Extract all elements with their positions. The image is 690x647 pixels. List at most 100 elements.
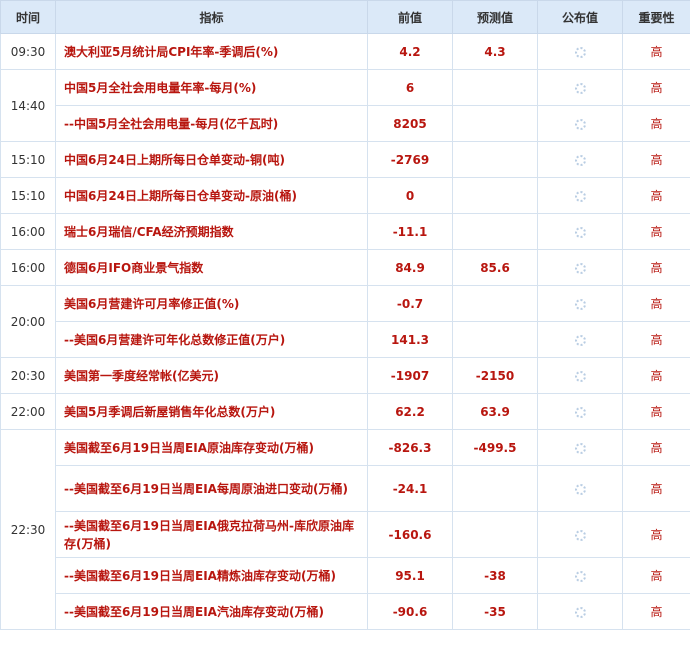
indicator-cell[interactable]: 美国第一季度经常帐(亿美元) (55, 357, 368, 394)
header-importance[interactable]: 重要性 (622, 0, 690, 34)
indicator-cell[interactable]: 瑞士6月瑞信/CFA经济预期指数 (55, 213, 368, 250)
time-cell: 15:10 (0, 177, 56, 214)
indicator-cell[interactable]: 德国6月IFO商业景气指数 (55, 249, 368, 286)
indicator-cell[interactable]: --美国6月营建许可年化总数修正值(万户) (55, 321, 368, 358)
importance-cell: 高 (622, 511, 690, 558)
forecast-cell (452, 177, 538, 214)
time-cell: 20:30 (0, 357, 56, 394)
table-row: 20:00 美国6月营建许可月率修正值(%) -0.7 高 (0, 285, 690, 358)
time-cell: 16:00 (0, 213, 56, 250)
importance-cell: 高 (622, 321, 690, 358)
importance-cell: 高 (622, 557, 690, 594)
loading-spinner-icon (574, 190, 586, 202)
table-row: --美国截至6月19日当周EIA每周原油进口变动(万桶) -24.1 高 (1, 465, 690, 512)
loading-spinner-icon (574, 46, 586, 58)
indicator-cell[interactable]: 澳大利亚5月统计局CPI年率-季调后(%) (55, 33, 368, 70)
loading-spinner-icon (574, 370, 586, 382)
indicator-cell[interactable]: 美国6月营建许可月率修正值(%) (55, 285, 368, 322)
published-cell (537, 285, 623, 322)
published-cell (537, 105, 623, 142)
loading-spinner-icon (574, 118, 586, 130)
table-row: 22:30 美国截至6月19日当周EIA原油库存变动(万桶) -826.3 -4… (0, 429, 690, 630)
indicator-cell[interactable]: 中国5月全社会用电量年率-每月(%) (55, 69, 368, 106)
importance-cell: 高 (622, 393, 690, 430)
importance-cell: 高 (622, 177, 690, 214)
header-forecast[interactable]: 预测值 (452, 0, 538, 34)
previous-cell: -24.1 (367, 465, 453, 512)
previous-cell: -11.1 (367, 213, 453, 250)
table-row: 20:30 美国第一季度经常帐(亿美元) -1907 -2150 高 (0, 357, 690, 394)
indicator-cell[interactable]: 美国截至6月19日当周EIA原油库存变动(万桶) (55, 429, 368, 466)
loading-spinner-icon (574, 406, 586, 418)
previous-cell: -2769 (367, 141, 453, 178)
forecast-cell (452, 141, 538, 178)
loading-spinner-icon (574, 570, 586, 582)
previous-cell: -1907 (367, 357, 453, 394)
published-cell (537, 393, 623, 430)
header-previous[interactable]: 前值 (367, 0, 453, 34)
time-cell: 15:10 (0, 141, 56, 178)
table-row: 16:00 瑞士6月瑞信/CFA经济预期指数 -11.1 高 (0, 213, 690, 250)
table-row: --美国截至6月19日当周EIA精炼油库存变动(万桶) 95.1 -38 高 (1, 557, 690, 594)
table-row: 15:10 中国6月24日上期所每日仓单变动-原油(桶) 0 高 (0, 177, 690, 214)
forecast-cell (452, 321, 538, 358)
previous-cell: 6 (367, 69, 453, 106)
published-cell (537, 511, 623, 558)
forecast-cell (452, 105, 538, 142)
previous-cell: -90.6 (367, 593, 453, 630)
loading-spinner-icon (574, 298, 586, 310)
published-cell (537, 141, 623, 178)
importance-cell: 高 (622, 429, 690, 466)
loading-spinner-icon (574, 262, 586, 274)
forecast-cell: -2150 (452, 357, 538, 394)
table-row: --美国6月营建许可年化总数修正值(万户) 141.3 高 (1, 321, 690, 358)
loading-spinner-icon (574, 606, 586, 618)
time-cell: 22:00 (0, 393, 56, 430)
indicator-cell[interactable]: --美国截至6月19日当周EIA汽油库存变动(万桶) (55, 593, 368, 630)
indicator-cell[interactable]: --美国截至6月19日当周EIA精炼油库存变动(万桶) (55, 557, 368, 594)
forecast-cell (452, 285, 538, 322)
table-row: 09:30 澳大利亚5月统计局CPI年率-季调后(%) 4.2 4.3 高 (0, 33, 690, 70)
published-cell (537, 557, 623, 594)
published-cell (537, 33, 623, 70)
forecast-cell: 63.9 (452, 393, 538, 430)
previous-cell: -826.3 (367, 429, 453, 466)
previous-cell: 62.2 (367, 393, 453, 430)
importance-cell: 高 (622, 213, 690, 250)
importance-cell: 高 (622, 33, 690, 70)
indicator-cell[interactable]: 中国6月24日上期所每日仓单变动-铜(吨) (55, 141, 368, 178)
table-row: --中国5月全社会用电量-每月(亿千瓦时) 8205 高 (1, 105, 690, 142)
forecast-cell: 85.6 (452, 249, 538, 286)
published-cell (537, 357, 623, 394)
previous-cell: -0.7 (367, 285, 453, 322)
table-row: --美国截至6月19日当周EIA俄克拉荷马州-库欣原油库存(万桶) -160.6… (1, 511, 690, 558)
indicator-cell[interactable]: --美国截至6月19日当周EIA俄克拉荷马州-库欣原油库存(万桶) (55, 511, 368, 558)
published-cell (537, 69, 623, 106)
header-published[interactable]: 公布值 (537, 0, 623, 34)
indicator-cell[interactable]: 中国6月24日上期所每日仓单变动-原油(桶) (55, 177, 368, 214)
time-cell: 16:00 (0, 249, 56, 286)
header-indicator[interactable]: 指标 (55, 0, 368, 34)
previous-cell: 141.3 (367, 321, 453, 358)
header-time[interactable]: 时间 (0, 0, 56, 34)
importance-cell: 高 (622, 285, 690, 322)
loading-spinner-icon (574, 82, 586, 94)
table-row: 16:00 德国6月IFO商业景气指数 84.9 85.6 高 (0, 249, 690, 286)
previous-cell: -160.6 (367, 511, 453, 558)
forecast-cell (452, 465, 538, 512)
table-row: --美国截至6月19日当周EIA汽油库存变动(万桶) -90.6 -35 高 (1, 593, 690, 630)
table-row: 14:40 中国5月全社会用电量年率-每月(%) 6 高 (0, 69, 690, 142)
indicator-cell[interactable]: --中国5月全社会用电量-每月(亿千瓦时) (55, 105, 368, 142)
indicator-cell[interactable]: 美国5月季调后新屋销售年化总数(万户) (55, 393, 368, 430)
published-cell (537, 465, 623, 512)
importance-cell: 高 (622, 69, 690, 106)
loading-spinner-icon (574, 334, 586, 346)
time-cell: 14:40 (0, 69, 56, 142)
forecast-cell: -35 (452, 593, 538, 630)
indicator-cell[interactable]: --美国截至6月19日当周EIA每周原油进口变动(万桶) (55, 465, 368, 512)
previous-cell: 95.1 (367, 557, 453, 594)
published-cell (537, 213, 623, 250)
loading-spinner-icon (574, 226, 586, 238)
previous-cell: 4.2 (367, 33, 453, 70)
time-cell: 22:30 (0, 429, 56, 630)
